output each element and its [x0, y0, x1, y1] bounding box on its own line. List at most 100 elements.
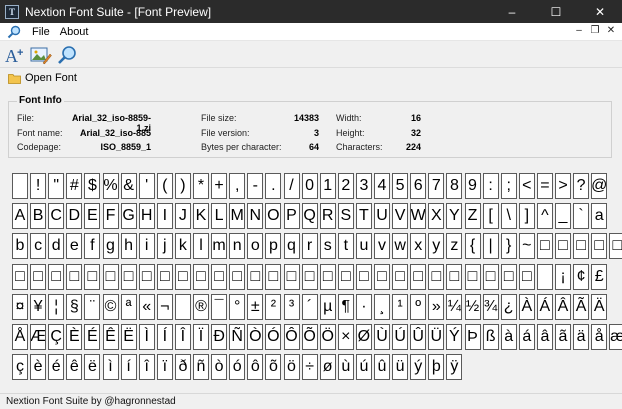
- glyph-cell[interactable]: Î: [174, 324, 191, 350]
- glyph-cell[interactable]: Ñ: [229, 324, 246, 350]
- glyph-cell[interactable]: V: [392, 203, 409, 230]
- glyph-cell[interactable]: g: [102, 233, 119, 260]
- glyph-cell[interactable]: □: [609, 233, 622, 260]
- glyph-cell[interactable]: □: [229, 263, 246, 290]
- glyph-cell[interactable]: »: [428, 293, 445, 320]
- glyph-cell[interactable]: □: [555, 233, 571, 260]
- glyph-cell[interactable]: □: [374, 263, 390, 290]
- glyph-cell[interactable]: ¡: [555, 263, 571, 290]
- glyph-cell[interactable]: ä: [573, 324, 590, 350]
- glyph-cell[interactable]: 4: [374, 173, 390, 199]
- glyph-cell[interactable]: ´: [301, 293, 318, 320]
- glyph-cell[interactable]: õ: [265, 354, 282, 381]
- glyph-cell[interactable]: %: [102, 173, 119, 199]
- glyph-cell[interactable]: □: [573, 233, 590, 260]
- glyph-cell[interactable]: á: [518, 324, 535, 350]
- glyph-cell[interactable]: S: [337, 203, 354, 230]
- glyph-cell[interactable]: >: [555, 173, 571, 199]
- glyph-cell[interactable]: X: [428, 203, 445, 230]
- glyph-cell[interactable]: Ô: [283, 324, 300, 350]
- glyph-cell[interactable]: ç: [12, 354, 28, 381]
- glyph-cell[interactable]: Y: [446, 203, 463, 230]
- glyph-cell[interactable]: ¦: [48, 293, 65, 320]
- glyph-cell[interactable]: `: [573, 203, 590, 230]
- glyph-cell[interactable]: À: [518, 293, 535, 320]
- glyph-cell[interactable]: v: [374, 233, 390, 260]
- glyph-cell[interactable]: □: [193, 263, 209, 290]
- glyph-cell[interactable]: Å: [12, 324, 28, 350]
- glyph-cell[interactable]: å: [591, 324, 608, 350]
- glyph-cell[interactable]: é: [48, 354, 65, 381]
- glyph-cell[interactable]: .: [265, 173, 282, 199]
- glyph-cell[interactable]: ¬: [156, 293, 173, 320]
- glyph-cell[interactable]: Ú: [392, 324, 409, 350]
- glyph-cell[interactable]: Ë: [120, 324, 137, 350]
- glyph-cell[interactable]: ï: [156, 354, 173, 381]
- glyph-cell[interactable]: ó: [229, 354, 246, 381]
- glyph-cell[interactable]: □: [48, 263, 65, 290]
- glyph-cell[interactable]: □: [283, 263, 300, 290]
- glyph-cell[interactable]: □: [536, 233, 553, 260]
- glyph-cell[interactable]: w: [392, 233, 409, 260]
- glyph-cell[interactable]: W: [410, 203, 427, 230]
- glyph-cell[interactable]: Z: [464, 203, 481, 230]
- glyph-cell[interactable]: j: [156, 233, 173, 260]
- glyph-cell[interactable]: ß: [482, 324, 499, 350]
- glyph-cell[interactable]: ½: [464, 293, 481, 320]
- glyph-cell[interactable]: ò: [211, 354, 228, 381]
- menu-about[interactable]: About: [60, 26, 89, 38]
- glyph-cell[interactable]: P: [283, 203, 300, 230]
- glyph-cell[interactable]: ì: [102, 354, 119, 381]
- glyph-cell[interactable]: «: [138, 293, 155, 320]
- glyph-cell[interactable]: m: [211, 233, 228, 260]
- glyph-cell[interactable]: È: [66, 324, 83, 350]
- glyph-cell[interactable]: N: [247, 203, 264, 230]
- glyph-cell[interactable]: 1: [319, 173, 336, 199]
- glyph-cell[interactable]: c: [30, 233, 47, 260]
- glyph-cell[interactable]: 5: [392, 173, 409, 199]
- glyph-cell[interactable]: D: [66, 203, 83, 230]
- glyph-cell[interactable]: Þ: [464, 324, 481, 350]
- zoom-button[interactable]: [56, 44, 78, 66]
- glyph-cell[interactable]: Ê: [102, 324, 119, 350]
- glyph-cell[interactable]: [536, 263, 553, 290]
- glyph-cell[interactable]: F: [102, 203, 119, 230]
- glyph-cell[interactable]: k: [174, 233, 191, 260]
- glyph-cell[interactable]: ©: [102, 293, 119, 320]
- glyph-cell[interactable]: H: [138, 203, 155, 230]
- glyph-cell[interactable]: U: [374, 203, 390, 230]
- glyph-cell[interactable]: Ç: [48, 324, 65, 350]
- glyph-cell[interactable]: Ì: [138, 324, 155, 350]
- glyph-cell[interactable]: ý: [410, 354, 427, 381]
- glyph-cell[interactable]: ¤: [12, 293, 28, 320]
- glyph-cell[interactable]: -: [247, 173, 264, 199]
- glyph-cell[interactable]: □: [30, 263, 47, 290]
- glyph-cell[interactable]: [: [482, 203, 499, 230]
- glyph-cell[interactable]: º: [410, 293, 427, 320]
- glyph-cell[interactable]: ë: [84, 354, 101, 381]
- glyph-cell[interactable]: □: [84, 263, 101, 290]
- open-font-button[interactable]: Open Font: [8, 72, 77, 84]
- glyph-cell[interactable]: 2: [337, 173, 354, 199]
- glyph-cell[interactable]: ª: [120, 293, 137, 320]
- glyph-cell[interactable]: □: [102, 263, 119, 290]
- glyph-cell[interactable]: R: [319, 203, 336, 230]
- glyph-cell[interactable]: £: [591, 263, 608, 290]
- glyph-cell[interactable]: î: [138, 354, 155, 381]
- glyph-cell[interactable]: {: [464, 233, 481, 260]
- mdi-minimize-button[interactable]: –: [572, 24, 586, 38]
- glyph-cell[interactable]: Ð: [211, 324, 228, 350]
- glyph-cell[interactable]: u: [355, 233, 372, 260]
- search-icon[interactable]: [6, 24, 22, 40]
- mdi-close-button[interactable]: ✕: [604, 24, 618, 38]
- glyph-cell[interactable]: ¸: [374, 293, 390, 320]
- glyph-cell[interactable]: l: [193, 233, 209, 260]
- glyph-cell[interactable]: ¿: [500, 293, 517, 320]
- glyph-cell[interactable]: □: [591, 233, 608, 260]
- glyph-cell[interactable]: Ø: [355, 324, 372, 350]
- glyph-cell[interactable]: □: [500, 263, 517, 290]
- glyph-cell[interactable]: J: [174, 203, 191, 230]
- glyph-cell[interactable]: □: [66, 263, 83, 290]
- glyph-cell[interactable]: ð: [174, 354, 191, 381]
- glyph-cell[interactable]: z: [446, 233, 463, 260]
